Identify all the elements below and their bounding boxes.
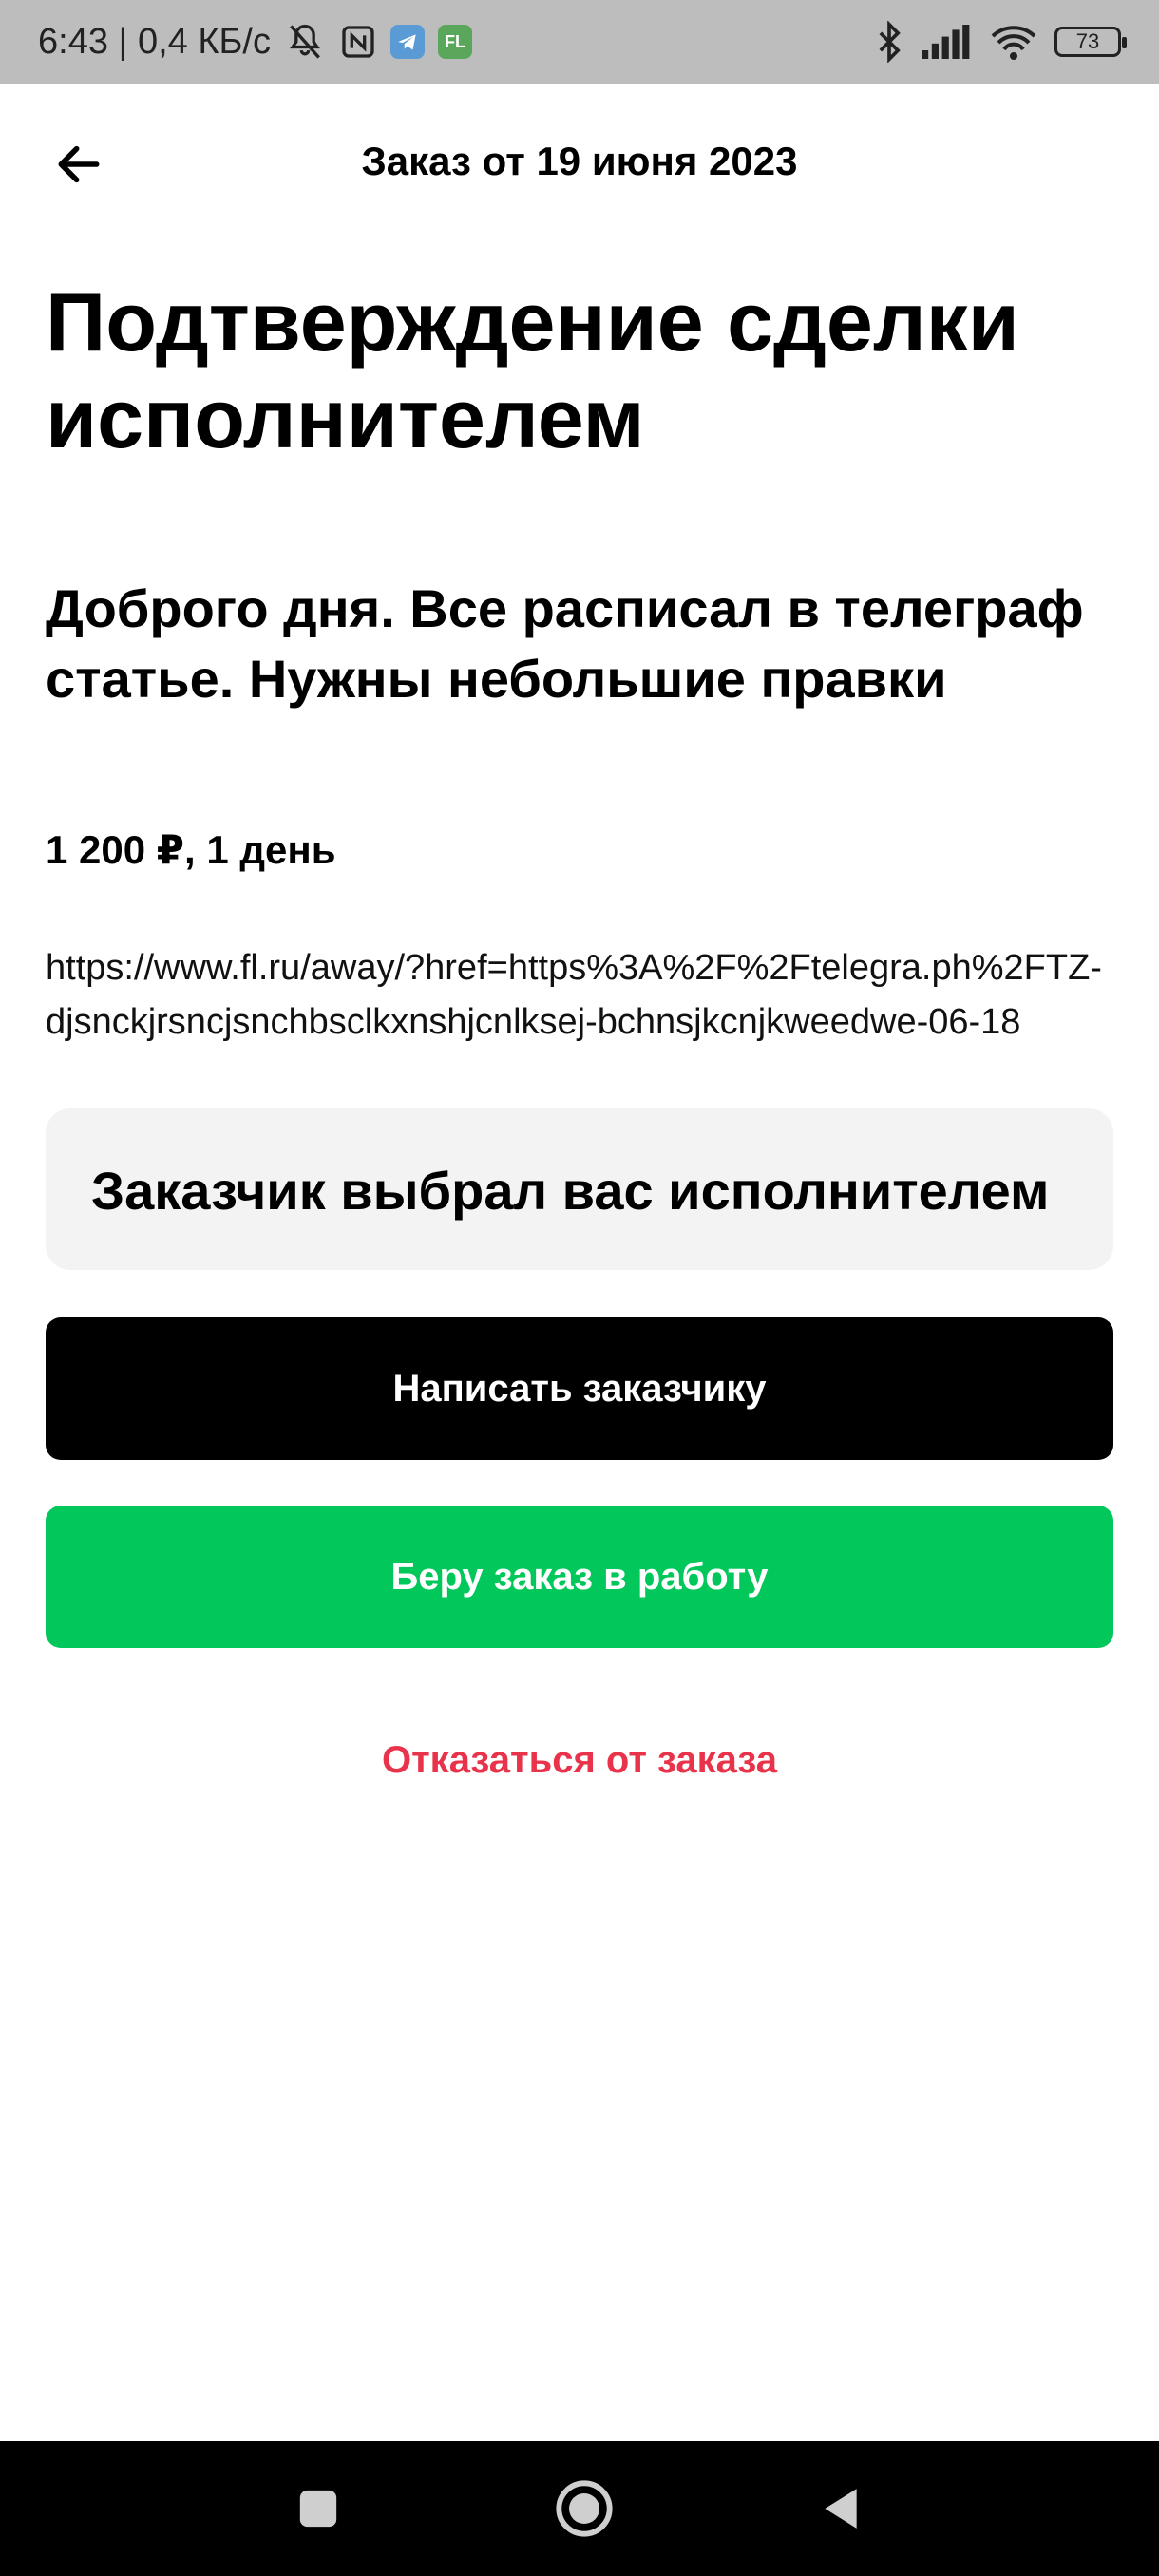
wifi-icon [990, 23, 1037, 61]
square-icon [299, 2490, 337, 2528]
fl-app-icon: FL [437, 25, 472, 59]
back-nav-button[interactable] [808, 2475, 874, 2542]
app-header: Заказ от 19 июня 2023 [0, 84, 1159, 245]
nfc-icon [339, 23, 377, 61]
home-button[interactable] [546, 2471, 622, 2547]
status-notice-text: Заказчик выбрал вас исполнителем [91, 1161, 1050, 1221]
message-customer-button[interactable]: Написать заказчику [46, 1317, 1113, 1460]
notifications-muted-icon [284, 21, 326, 63]
signal-icon [922, 25, 973, 59]
triangle-back-icon [825, 2489, 857, 2529]
price-duration: 1 200 ₽, 1 день [46, 827, 336, 872]
battery-level: 73 [1075, 29, 1100, 53]
battery-icon: 73 [1054, 27, 1127, 57]
decline-order-link[interactable]: Отказаться от заказа [46, 1739, 1113, 1782]
page-title: Подтверждение сделки исполнителем [46, 275, 1019, 465]
status-right: 73 [874, 21, 1127, 63]
home-circle-icon [556, 2480, 613, 2537]
main-content: Подтверждение сделки исполнителем Доброг… [46, 274, 1113, 1782]
status-notice-card: Заказчик выбрал вас исполнителем [46, 1108, 1113, 1270]
accept-order-button[interactable]: Беру заказ в работу [46, 1506, 1113, 1648]
status-bar: 6:43 | 0,4 КБ/с FL 73 [0, 0, 1159, 84]
status-time-speed: 6:43 | 0,4 КБ/с [38, 21, 271, 62]
header-title: Заказ от 19 июня 2023 [361, 139, 798, 183]
order-link[interactable]: https://www.fl.ru/away/?href=https%3A%2F… [46, 941, 1113, 1050]
telegram-app-icon [390, 25, 425, 59]
order-description: Доброго дня. Все расписал в телеграф ста… [46, 578, 1084, 709]
system-nav-bar [0, 2441, 1159, 2576]
bluetooth-icon [874, 21, 904, 63]
status-left: 6:43 | 0,4 КБ/с FL [38, 21, 472, 63]
recents-button[interactable] [285, 2475, 352, 2542]
